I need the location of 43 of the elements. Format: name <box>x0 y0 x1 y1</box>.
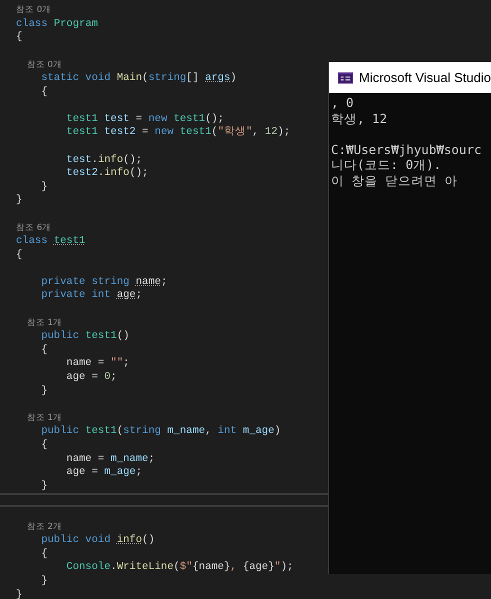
code-line: class Program <box>16 18 98 31</box>
window-title: Microsoft Visual Studio <box>359 68 491 87</box>
code-line: public void info() <box>40 534 155 548</box>
code-line: public test1() <box>40 330 130 344</box>
console-icon <box>338 72 353 84</box>
code-line: test1 test2 = new test1("학생", 12); <box>65 126 290 140</box>
console-output: 학생, 12 <box>331 110 388 126</box>
code-line: } <box>16 194 22 208</box>
code-line: } <box>40 180 48 194</box>
code-line: age = m_age; <box>65 466 142 480</box>
console-output: , 0 <box>331 95 354 110</box>
console-output: C:₩Users₩jhyub₩sourc <box>331 142 482 156</box>
code-line: test.info(); <box>65 154 142 167</box>
code-line: private int age; <box>40 289 142 304</box>
code-line: class test1 <box>16 235 86 249</box>
code-line: { <box>16 248 22 262</box>
code-line: name = ""; <box>65 357 130 372</box>
code-line: private string name; <box>40 276 168 289</box>
code-line: age = 0; <box>65 371 117 385</box>
code-line: } <box>16 588 22 599</box>
code-line: { <box>16 31 22 45</box>
reference-count[interactable]: 참조 1개 <box>16 317 62 330</box>
code-line: { <box>40 439 48 453</box>
code-line: test1 test = new test1(); <box>65 112 224 126</box>
split-divider[interactable] <box>0 493 328 507</box>
reference-count[interactable]: 참조 6개 <box>16 222 52 235</box>
code-line: test2.info(); <box>65 167 148 181</box>
code-line: { <box>40 344 48 358</box>
code-line: static void Main(string[] args) <box>40 72 237 86</box>
code-line: public test1(string m_name, int m_age) <box>40 425 281 439</box>
reference-count[interactable]: 참조 1개 <box>16 412 62 425</box>
code-line: { <box>40 548 48 562</box>
code-line: name = m_name; <box>65 452 155 466</box>
console-output: 니다(코드: 0개). <box>331 157 442 172</box>
reference-count[interactable]: 참조 0개 <box>16 4 52 18</box>
code-line: { <box>40 86 48 100</box>
code-line: Console.WriteLine($"{name}, {age}"); <box>65 561 294 575</box>
code-line: } <box>40 480 48 494</box>
code-line: } <box>40 574 48 589</box>
reference-count[interactable]: 참조 0개 <box>16 58 62 72</box>
console-output: 이 창을 닫으려면 아 <box>331 172 458 188</box>
code-line: } <box>40 384 48 398</box>
reference-count[interactable]: 참조 2개 <box>16 520 62 534</box>
